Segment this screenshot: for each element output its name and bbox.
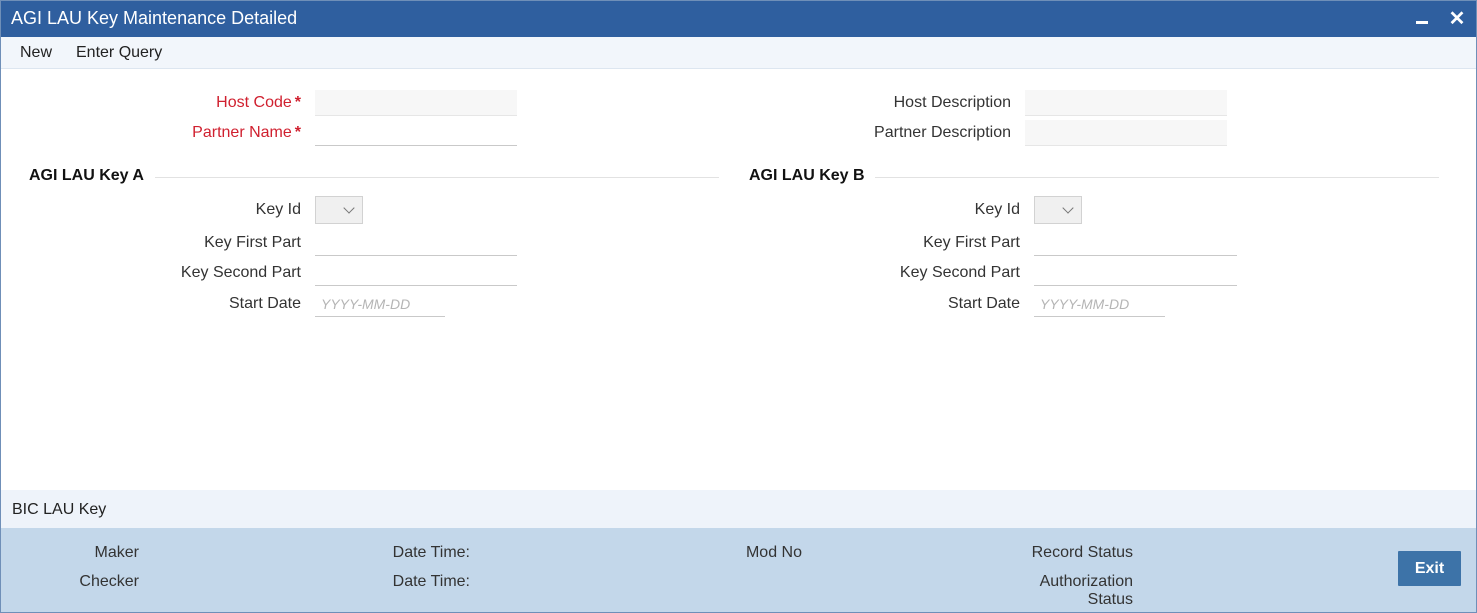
audit-footer: Maker Checker Date Time: Date Time: Mod … bbox=[1, 528, 1476, 612]
new-button[interactable]: New bbox=[20, 44, 52, 62]
checker-date-time-label: Date Time: bbox=[392, 573, 470, 590]
bic-lau-key-bar: BIC LAU Key bbox=[1, 490, 1476, 528]
host-description-label: Host Description bbox=[893, 94, 1011, 111]
key-b-key-id-label: Key Id bbox=[974, 201, 1020, 218]
key-a-start-date-input[interactable] bbox=[315, 291, 445, 317]
host-code-input[interactable] bbox=[315, 90, 517, 116]
key-a-second-part-label: Key Second Part bbox=[180, 264, 301, 281]
maker-date-time-label: Date Time: bbox=[392, 544, 470, 561]
key-a-start-date-label: Start Date bbox=[228, 295, 301, 312]
key-a-first-part-input[interactable] bbox=[315, 230, 517, 256]
key-a-first-part-label: Key First Part bbox=[204, 234, 301, 251]
key-a-key-id-label: Key Id bbox=[255, 201, 301, 218]
key-a-key-id-select[interactable] bbox=[315, 196, 363, 224]
host-code-label: Host Code * bbox=[216, 94, 301, 111]
key-b-key-id-select[interactable] bbox=[1034, 196, 1082, 224]
toolbar: New Enter Query bbox=[1, 37, 1476, 69]
mod-no-label: Mod No bbox=[745, 544, 802, 561]
key-a-second-part-input[interactable] bbox=[315, 260, 517, 286]
key-b-start-date-label: Start Date bbox=[947, 295, 1020, 312]
exit-button[interactable]: Exit bbox=[1398, 551, 1461, 586]
authorization-status-label-line1: Authorization bbox=[1039, 573, 1133, 590]
record-status-label: Record Status bbox=[1031, 544, 1133, 561]
enter-query-button[interactable]: Enter Query bbox=[76, 44, 162, 62]
key-b-first-part-input[interactable] bbox=[1034, 230, 1237, 256]
chevron-down-icon bbox=[1062, 202, 1074, 214]
close-icon[interactable]: ✕ bbox=[1444, 5, 1470, 33]
main-window: AGI LAU Key Maintenance Detailed ✕ New E… bbox=[0, 0, 1477, 613]
key-b-divider bbox=[875, 177, 1439, 178]
maker-label: Maker bbox=[94, 544, 139, 561]
partner-name-input[interactable] bbox=[315, 120, 517, 146]
key-b-second-part-input[interactable] bbox=[1034, 260, 1237, 286]
key-a-divider bbox=[155, 177, 719, 178]
authorization-status-label-line2: Status bbox=[1087, 591, 1133, 608]
window-title: AGI LAU Key Maintenance Detailed bbox=[11, 8, 298, 28]
partner-description-input[interactable] bbox=[1025, 120, 1227, 146]
key-b-second-part-label: Key Second Part bbox=[899, 264, 1020, 281]
host-description-input[interactable] bbox=[1025, 90, 1227, 116]
title-bar: AGI LAU Key Maintenance Detailed ✕ bbox=[1, 1, 1476, 37]
checker-label: Checker bbox=[79, 573, 139, 590]
chevron-down-icon bbox=[343, 202, 355, 214]
key-a-section-title: AGI LAU Key A bbox=[29, 167, 144, 184]
minimize-icon[interactable] bbox=[1409, 5, 1435, 33]
bic-lau-key-link[interactable]: BIC LAU Key bbox=[12, 501, 106, 519]
partner-name-label: Partner Name * bbox=[192, 124, 301, 141]
partner-description-label: Partner Description bbox=[874, 124, 1011, 141]
key-b-start-date-input[interactable] bbox=[1034, 291, 1165, 317]
key-b-section-title: AGI LAU Key B bbox=[749, 167, 865, 184]
key-b-first-part-label: Key First Part bbox=[923, 234, 1020, 251]
